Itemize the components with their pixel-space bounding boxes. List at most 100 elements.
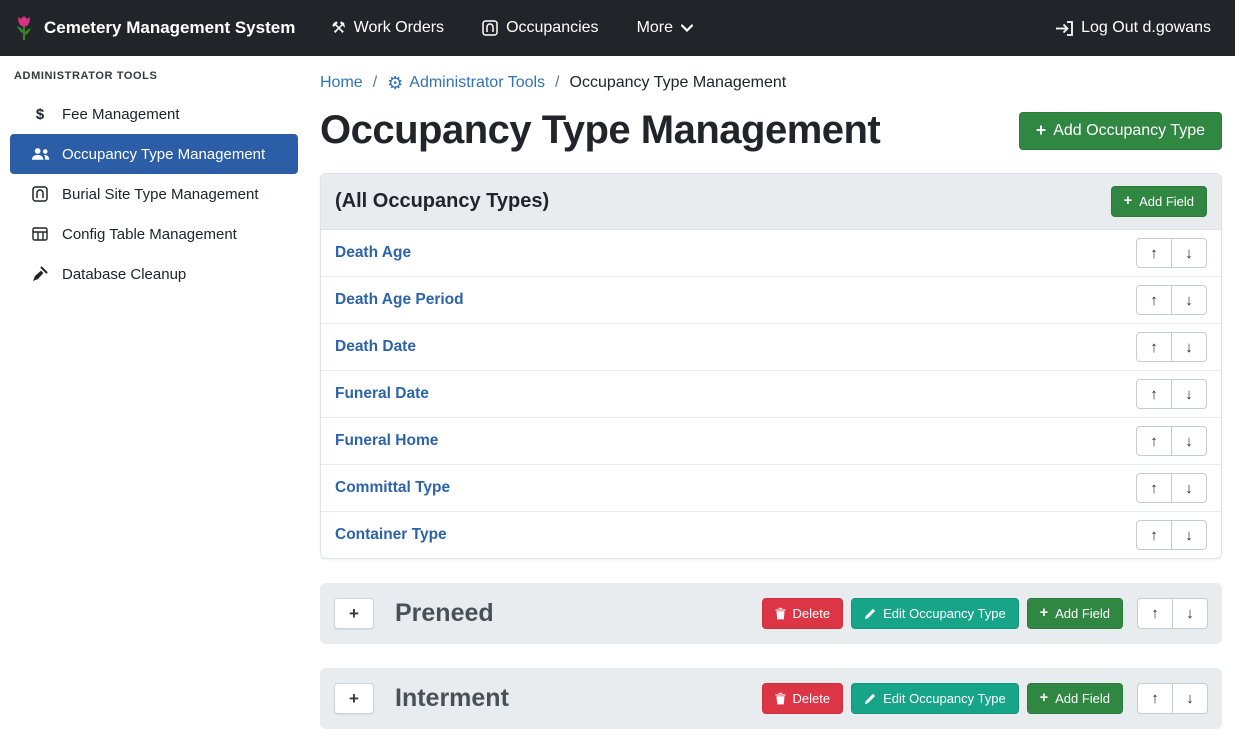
main-content: Home / ⚙ Administrator Tools / Occupancy… [308, 56, 1235, 738]
section-title: Interment [395, 684, 509, 713]
edit-occupancy-type-button[interactable]: Edit Occupancy Type [851, 598, 1019, 629]
occupancies-icon [482, 20, 498, 36]
delete-button[interactable]: Delete [762, 598, 844, 629]
sidebar-item-config-table-management[interactable]: Config Table Management [10, 214, 298, 254]
section-actions: Delete Edit Occupancy Type + Add Field ↑ [762, 683, 1208, 714]
add-occupancy-type-label: Add Occupancy Type [1053, 122, 1205, 140]
plus-icon: + [1036, 122, 1046, 140]
field-row: Committal Type ↑ ↓ [321, 465, 1221, 512]
reorder-controls: ↑ ↓ [1136, 285, 1207, 315]
occupancy-type-section-preneed: + Preneed Delete [320, 583, 1222, 644]
app-brand[interactable]: Cemetery Management System [14, 15, 295, 42]
arrow-up-icon: ↑ [1150, 292, 1158, 309]
arrow-down-icon: ↓ [1185, 245, 1193, 262]
breadcrumb-home[interactable]: Home [320, 74, 363, 92]
delete-button[interactable]: Delete [762, 683, 844, 714]
field-link[interactable]: Committal Type [335, 479, 450, 497]
sidebar-item-database-cleanup[interactable]: Database Cleanup [10, 254, 298, 294]
edit-occupancy-type-button[interactable]: Edit Occupancy Type [851, 683, 1019, 714]
field-link[interactable]: Death Date [335, 338, 416, 356]
add-field-button[interactable]: + Add Field [1111, 186, 1207, 217]
move-up-button[interactable]: ↑ [1136, 238, 1172, 268]
gear-icon: ⚙ [387, 74, 403, 92]
breadcrumb-separator: / [555, 74, 559, 92]
sidebar-item-fee-management[interactable]: $ Fee Management [10, 94, 298, 134]
plus-icon: + [349, 689, 359, 709]
reorder-controls: ↑ ↓ [1136, 520, 1207, 550]
logout-link[interactable]: Log Out d.gowans [1055, 19, 1211, 37]
arrow-up-icon: ↑ [1151, 605, 1159, 622]
card-header: (All Occupancy Types) + Add Field [321, 174, 1221, 230]
arrow-down-icon: ↓ [1185, 527, 1193, 544]
top-navbar: Cemetery Management System ⚒ Work Orders… [0, 0, 1235, 56]
add-occupancy-type-button[interactable]: + Add Occupancy Type [1019, 112, 1222, 150]
occupancy-type-section-interment: + Interment Delete [320, 668, 1222, 729]
field-row: Death Age Period ↑ ↓ [321, 277, 1221, 324]
table-icon [28, 227, 52, 241]
tulip-logo-icon [14, 15, 34, 42]
add-field-button[interactable]: + Add Field [1027, 683, 1123, 714]
nav-more[interactable]: More [637, 19, 693, 37]
reorder-controls: ↑ ↓ [1136, 332, 1207, 362]
add-field-label: Add Field [1055, 606, 1110, 621]
move-up-button[interactable]: ↑ [1136, 332, 1172, 362]
sidebar-item-label: Burial Site Type Management [62, 186, 259, 203]
move-down-button[interactable]: ↓ [1172, 683, 1208, 714]
add-field-button[interactable]: + Add Field [1027, 598, 1123, 629]
field-link[interactable]: Container Type [335, 526, 447, 544]
logout-label: Log Out d.gowans [1081, 19, 1211, 37]
move-down-button[interactable]: ↓ [1171, 285, 1207, 315]
move-up-button[interactable]: ↑ [1137, 683, 1173, 714]
main-nav: ⚒ Work Orders Occupancies More [331, 18, 693, 38]
field-link[interactable]: Death Age [335, 244, 411, 262]
field-link[interactable]: Funeral Home [335, 432, 438, 450]
move-down-button[interactable]: ↓ [1171, 332, 1207, 362]
move-down-button[interactable]: ↓ [1171, 379, 1207, 409]
move-up-button[interactable]: ↑ [1136, 285, 1172, 315]
add-field-label: Add Field [1055, 691, 1110, 706]
logout-icon [1055, 21, 1073, 36]
nav-work-orders[interactable]: ⚒ Work Orders [331, 18, 444, 38]
work-orders-icon: ⚒ [331, 18, 345, 38]
field-link[interactable]: Funeral Date [335, 385, 429, 403]
edit-label: Edit Occupancy Type [883, 606, 1006, 621]
move-up-button[interactable]: ↑ [1137, 598, 1173, 629]
nav-occupancies-label: Occupancies [506, 19, 599, 37]
trash-icon [775, 692, 786, 705]
move-down-button[interactable]: ↓ [1171, 520, 1207, 550]
move-up-button[interactable]: ↑ [1136, 426, 1172, 456]
dollar-icon: $ [28, 106, 52, 123]
move-up-button[interactable]: ↑ [1136, 520, 1172, 550]
move-down-button[interactable]: ↓ [1171, 426, 1207, 456]
move-down-button[interactable]: ↓ [1171, 238, 1207, 268]
field-link[interactable]: Death Age Period [335, 291, 464, 309]
page-layout: ADMINISTRATOR TOOLS $ Fee Management Occ… [0, 56, 1235, 738]
field-row: Death Date ↑ ↓ [321, 324, 1221, 371]
section-title: Preneed [395, 599, 494, 628]
breadcrumb-admin-tools[interactable]: ⚙ Administrator Tools [387, 74, 545, 92]
move-up-button[interactable]: ↑ [1136, 379, 1172, 409]
sidebar-item-label: Occupancy Type Management [62, 146, 265, 163]
arrow-up-icon: ↑ [1150, 245, 1158, 262]
reorder-controls: ↑ ↓ [1136, 473, 1207, 503]
field-row: Funeral Date ↑ ↓ [321, 371, 1221, 418]
nav-occupancies[interactable]: Occupancies [482, 19, 599, 37]
sidebar-item-label: Database Cleanup [62, 266, 186, 283]
field-row: Death Age ↑ ↓ [321, 230, 1221, 277]
delete-label: Delete [793, 691, 831, 706]
breadcrumb-separator: / [373, 74, 377, 92]
sidebar-item-label: Fee Management [62, 106, 180, 123]
move-down-button[interactable]: ↓ [1171, 473, 1207, 503]
move-down-button[interactable]: ↓ [1172, 598, 1208, 629]
sidebar-item-occupancy-type-management[interactable]: Occupancy Type Management [10, 134, 298, 174]
expand-button[interactable]: + [334, 598, 374, 629]
sidebar-heading: ADMINISTRATOR TOOLS [0, 64, 308, 94]
reorder-controls: ↑ ↓ [1136, 426, 1207, 456]
plus-icon: + [1040, 606, 1048, 620]
sidebar-item-burial-site-type-management[interactable]: Burial Site Type Management [10, 174, 298, 214]
move-up-button[interactable]: ↑ [1136, 473, 1172, 503]
title-row: Occupancy Type Management + Add Occupanc… [320, 108, 1222, 153]
pencil-icon [864, 693, 876, 705]
expand-button[interactable]: + [334, 683, 374, 714]
chevron-down-icon [681, 24, 693, 32]
